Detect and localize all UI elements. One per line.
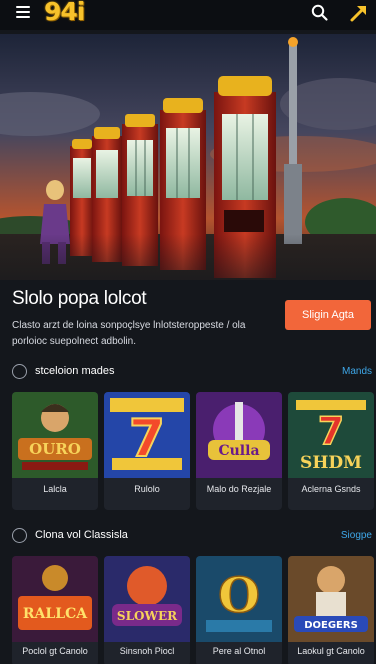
svg-text:O: O: [218, 568, 260, 624]
game-card[interactable]: OURO Lalcla: [12, 392, 98, 510]
game-thumbnail: 7: [104, 392, 190, 478]
section-icon: [12, 364, 27, 379]
game-thumbnail: 7 SHDM: [288, 392, 374, 478]
svg-text:Culla: Culla: [218, 443, 259, 459]
game-title: Malo do Rezjale: [206, 484, 272, 494]
game-thumbnail: RALLCA: [12, 556, 98, 642]
game-card[interactable]: SLOWER Sinsnoh Piocl: [104, 556, 190, 664]
game-title: Sinsnoh Piocl: [119, 646, 175, 656]
game-title: Aclerna Gsnds: [301, 484, 361, 494]
hero-banner[interactable]: [0, 34, 376, 280]
hero-title: Slolo popa lolcot: [12, 288, 147, 309]
search-icon[interactable]: [310, 3, 330, 23]
top-app-bar: 94i: [0, 0, 376, 30]
game-thumbnail: OURO: [12, 392, 98, 478]
svg-text:OURO: OURO: [29, 440, 81, 458]
sign-up-button[interactable]: Sligin Agta: [285, 300, 371, 330]
site-logo[interactable]: 94i: [44, 0, 85, 26]
game-thumbnail: O: [196, 556, 282, 642]
svg-text:DOEGERS: DOEGERS: [304, 620, 358, 631]
svg-text:7: 7: [318, 409, 344, 453]
section-header-1: stceloion mades Mands: [12, 364, 372, 380]
game-title: Pere al Otnol: [212, 646, 266, 656]
game-card[interactable]: Culla Malo do Rezjale: [196, 392, 282, 510]
section-header-2: Clona vol Classisla Siogpe: [12, 528, 372, 544]
arrow-up-right-icon[interactable]: [348, 2, 370, 24]
game-title: Laokul gt Canolo: [297, 646, 365, 656]
svg-text:SHDM: SHDM: [300, 453, 362, 473]
game-card[interactable]: RALLCA Poclol gt Canolo: [12, 556, 98, 664]
game-card[interactable]: O Pere al Otnol: [196, 556, 282, 664]
game-card[interactable]: DOEGERS Laokul gt Canolo: [288, 556, 374, 664]
game-card[interactable]: 7 SHDM Aclerna Gsnds: [288, 392, 374, 510]
svg-text:SLOWER: SLOWER: [117, 609, 178, 623]
game-title: Lalcla: [43, 484, 67, 494]
section-title: Clona vol Classisla: [35, 529, 128, 541]
hero-description: Clasto arzt de loina sonpoçlsye lnlotste…: [12, 320, 246, 347]
section-more-link[interactable]: Siogpe: [341, 530, 372, 541]
section-icon: [12, 528, 27, 543]
game-thumbnail: SLOWER: [104, 556, 190, 642]
game-thumbnail: DOEGERS: [288, 556, 374, 642]
hero-fade-overlay: [0, 234, 376, 280]
section-more-link[interactable]: Mands: [342, 366, 372, 377]
hamburger-icon[interactable]: [16, 6, 30, 18]
game-card[interactable]: 7 Rulolo: [104, 392, 190, 510]
game-title: Poclol gt Canolo: [22, 646, 88, 656]
game-thumbnail: Culla: [196, 392, 282, 478]
game-title: Rulolo: [134, 484, 160, 494]
section-title: stceloion mades: [35, 365, 115, 377]
svg-text:RALLCA: RALLCA: [23, 606, 88, 622]
